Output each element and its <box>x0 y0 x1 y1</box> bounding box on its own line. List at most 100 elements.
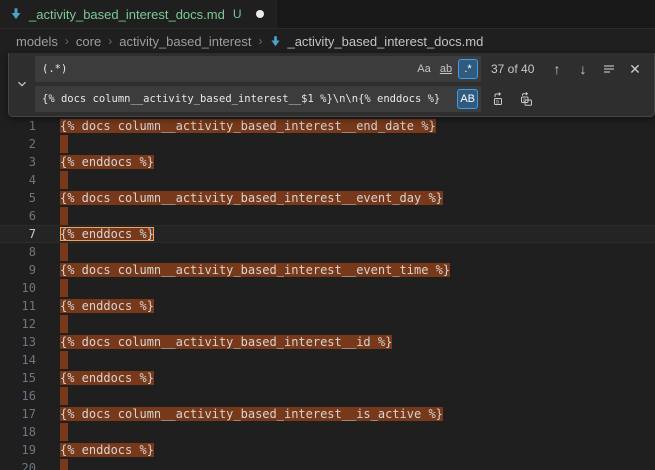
chevron-down-icon <box>16 78 28 90</box>
regex-button[interactable]: .* <box>458 59 478 79</box>
find-input-wrap: Aa ab .* <box>35 56 481 82</box>
line-number[interactable]: 6 <box>0 207 46 225</box>
empty-line-match-highlight <box>60 351 68 369</box>
line-number[interactable]: 9 <box>0 261 46 279</box>
code-line[interactable]: {% docs column__activity_based_interest_… <box>46 189 655 207</box>
editor-line: 17 {% docs column__activity_based_intere… <box>0 405 655 423</box>
editor: Aa ab .* 37 of 40 ↑ ↓ <box>0 53 655 470</box>
find-in-selection-button[interactable] <box>598 58 620 80</box>
editor-line: 20 <box>0 459 655 470</box>
tab-label: _activity_based_interest_docs.md <box>29 7 225 22</box>
code-line[interactable]: {% docs column__activity_based_interest_… <box>46 261 655 279</box>
toggle-replace-button[interactable] <box>9 56 35 112</box>
code-line[interactable] <box>46 243 655 261</box>
breadcrumb-item-activity-based-interest[interactable]: activity_based_interest <box>119 34 251 49</box>
empty-line-match-highlight <box>60 279 68 297</box>
line-number[interactable]: 4 <box>0 171 46 189</box>
code-line[interactable]: {% enddocs %} <box>46 369 655 387</box>
match-highlight: {% docs column__activity_based_interest_… <box>60 263 450 277</box>
editor-line: 12 <box>0 315 655 333</box>
replace-icon: b <box>490 91 506 107</box>
code-line[interactable]: {% enddocs %} <box>46 297 655 315</box>
empty-line-match-highlight <box>60 423 68 441</box>
line-number[interactable]: 8 <box>0 243 46 261</box>
line-number[interactable]: 20 <box>0 459 46 470</box>
line-number[interactable]: 16 <box>0 387 46 405</box>
editor-line: 11 {% enddocs %} <box>0 297 655 315</box>
code-line[interactable] <box>46 423 655 441</box>
close-find-button[interactable]: ✕ <box>624 58 646 80</box>
next-match-button[interactable]: ↓ <box>572 58 594 80</box>
replace-button[interactable]: b <box>487 88 509 110</box>
previous-match-button[interactable]: ↑ <box>546 58 568 80</box>
empty-line-match-highlight <box>60 207 68 225</box>
git-status-badge: U <box>233 7 242 21</box>
breadcrumb-item-core[interactable]: core <box>76 34 101 49</box>
line-number[interactable]: 13 <box>0 333 46 351</box>
replace-all-button[interactable]: a <box>515 88 537 110</box>
line-number[interactable]: 10 <box>0 279 46 297</box>
code-line[interactable]: {% docs column__activity_based_interest_… <box>46 405 655 423</box>
code-line[interactable] <box>46 171 655 189</box>
replace-input[interactable] <box>42 93 457 105</box>
replace-all-icon: a <box>518 91 534 107</box>
breadcrumb-item-models[interactable]: models <box>16 34 58 49</box>
preserve-case-button[interactable]: AB <box>457 89 478 109</box>
match-highlight: {% docs column__activity_based_interest_… <box>60 335 392 349</box>
line-number[interactable]: 18 <box>0 423 46 441</box>
line-number[interactable]: 2 <box>0 135 46 153</box>
editor-line: 7 {% enddocs %} <box>0 225 655 243</box>
editor-line: 18 <box>0 423 655 441</box>
find-input[interactable] <box>42 63 414 75</box>
replace-input-wrap: AB <box>35 86 481 112</box>
replace-row: AB b <box>35 86 648 112</box>
empty-line-match-highlight <box>60 459 68 470</box>
code-line[interactable]: {% enddocs %} <box>46 441 655 459</box>
line-number[interactable]: 3 <box>0 153 46 171</box>
code-line[interactable] <box>46 351 655 369</box>
code-line[interactable] <box>46 387 655 405</box>
editor-line: 4 <box>0 171 655 189</box>
code-line[interactable] <box>46 279 655 297</box>
match-count: 37 of 40 <box>491 62 534 76</box>
match-highlight: {% enddocs %} <box>60 443 154 457</box>
line-number[interactable]: 12 <box>0 315 46 333</box>
code-line[interactable] <box>46 207 655 225</box>
code-line[interactable] <box>46 135 655 153</box>
line-number[interactable]: 14 <box>0 351 46 369</box>
code-line[interactable]: {% enddocs %} <box>46 153 655 171</box>
dirty-indicator[interactable] <box>256 10 264 18</box>
code-line[interactable]: {% docs column__activity_based_interest_… <box>46 117 655 135</box>
code-line[interactable]: {% docs column__activity_based_interest_… <box>46 333 655 351</box>
code-line[interactable] <box>46 459 655 470</box>
line-number[interactable]: 19 <box>0 441 46 459</box>
dbt-file-icon <box>9 7 23 21</box>
line-number[interactable]: 11 <box>0 297 46 315</box>
editor-line: 6 <box>0 207 655 225</box>
breadcrumb-file[interactable]: _activity_based_interest_docs.md <box>269 34 483 49</box>
editor-line: 2 <box>0 135 655 153</box>
editor-line: 5 {% docs column__activity_based_interes… <box>0 189 655 207</box>
close-icon: ✕ <box>629 61 641 78</box>
tab-activity-docs[interactable]: _activity_based_interest_docs.md U <box>0 0 277 28</box>
editor-line: 10 <box>0 279 655 297</box>
code-line[interactable]: {% enddocs %} <box>46 225 655 243</box>
match-highlight: {% enddocs %} <box>60 155 154 169</box>
editor-line: 14 <box>0 351 655 369</box>
line-number[interactable]: 7 <box>0 225 46 243</box>
svg-text:b: b <box>496 99 499 105</box>
arrow-down-icon: ↓ <box>580 61 587 77</box>
whole-word-button[interactable]: ab <box>436 59 456 79</box>
line-number[interactable]: 17 <box>0 405 46 423</box>
dbt-file-icon <box>269 35 282 48</box>
svg-text:a: a <box>523 97 526 103</box>
line-number[interactable]: 15 <box>0 369 46 387</box>
empty-line-match-highlight <box>60 243 68 261</box>
code-line[interactable] <box>46 315 655 333</box>
match-case-button[interactable]: Aa <box>414 59 434 79</box>
match-highlight: {% enddocs %} <box>60 371 154 385</box>
editor-line: 16 <box>0 387 655 405</box>
line-number[interactable]: 1 <box>0 117 46 135</box>
line-number[interactable]: 5 <box>0 189 46 207</box>
match-highlight: {% docs column__activity_based_interest_… <box>60 191 443 205</box>
